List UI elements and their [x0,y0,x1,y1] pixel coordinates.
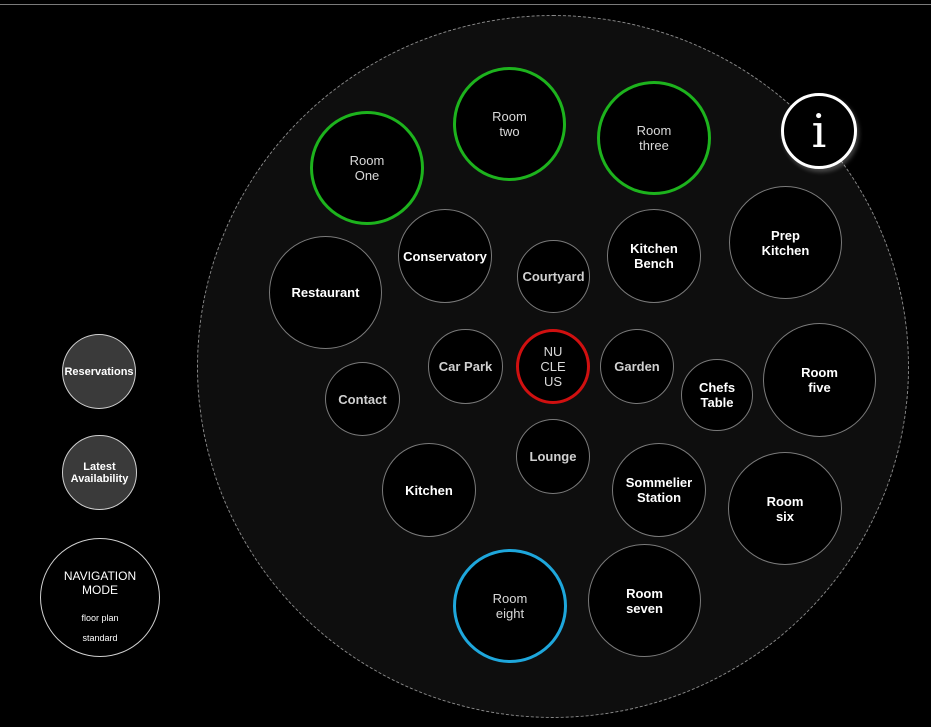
node-car-park[interactable]: Car Park [428,329,503,404]
node-room-one-label: Room One [349,153,385,183]
node-car-park-label: Car Park [438,359,493,374]
top-border [0,4,931,5]
node-prep-kitchen[interactable]: Prep Kitchen [729,186,842,299]
reservations-button[interactable]: Reservations [62,334,136,409]
node-prep-kitchen-label: Prep Kitchen [761,227,810,258]
info-button[interactable]: i [781,93,857,169]
node-room-two[interactable]: Room two [453,67,566,181]
node-kitchen-label: Kitchen [405,482,453,498]
node-kitchen[interactable]: Kitchen [382,443,476,537]
node-nucleus-label: NU CLE US [540,344,566,389]
node-room-seven[interactable]: Room seven [588,544,701,657]
node-room-five-label: Room five [801,365,838,395]
node-restaurant[interactable]: Restaurant [269,236,382,349]
node-room-five[interactable]: Room five [763,323,876,437]
node-sommelier-station-label: Sommelier Station [625,475,693,505]
reservations-label: Reservations [64,365,134,378]
nav-option-standard[interactable]: standard [41,633,159,643]
node-room-six[interactable]: Room six [728,452,842,565]
node-room-seven-label: Room seven [626,585,663,616]
node-room-eight-label: Room eight [492,591,528,621]
node-room-three-label: Room three [636,123,672,153]
node-garden[interactable]: Garden [600,329,674,404]
node-room-one[interactable]: Room One [310,111,424,225]
node-conservatory-label: Conservatory [403,248,487,264]
node-room-six-label: Room six [766,493,804,524]
node-contact-label: Contact [338,391,387,407]
navigation-mode-panel: NAVIGATION MODE floor plan standard [40,538,160,657]
node-sommelier-station[interactable]: Sommelier Station [612,443,706,537]
nav-option-floor-plan[interactable]: floor plan [41,613,159,623]
node-lounge[interactable]: Lounge [516,419,590,494]
node-room-two-label: Room two [492,109,527,139]
node-restaurant-label: Restaurant [291,285,360,300]
node-contact[interactable]: Contact [325,362,400,436]
node-chefs-table[interactable]: Chefs Table [681,359,753,431]
node-room-three[interactable]: Room three [597,81,711,195]
node-nucleus[interactable]: NU CLE US [516,329,590,404]
node-kitchen-bench[interactable]: Kitchen Bench [607,209,701,303]
node-lounge-label: Lounge [529,449,577,464]
navigation-mode-title: NAVIGATION MODE [63,569,137,597]
info-icon: i [811,104,827,158]
node-garden-label: Garden [614,359,660,374]
node-courtyard-label: Courtyard [522,269,585,284]
latest-availability-button[interactable]: Latest Availability [62,435,137,510]
node-room-eight[interactable]: Room eight [453,549,567,663]
node-chefs-table-label: Chefs Table [698,380,736,410]
node-conservatory[interactable]: Conservatory [398,209,492,303]
node-courtyard[interactable]: Courtyard [517,240,590,313]
node-kitchen-bench-label: Kitchen Bench [630,241,678,271]
latest-availability-label: Latest Availability [70,460,129,485]
